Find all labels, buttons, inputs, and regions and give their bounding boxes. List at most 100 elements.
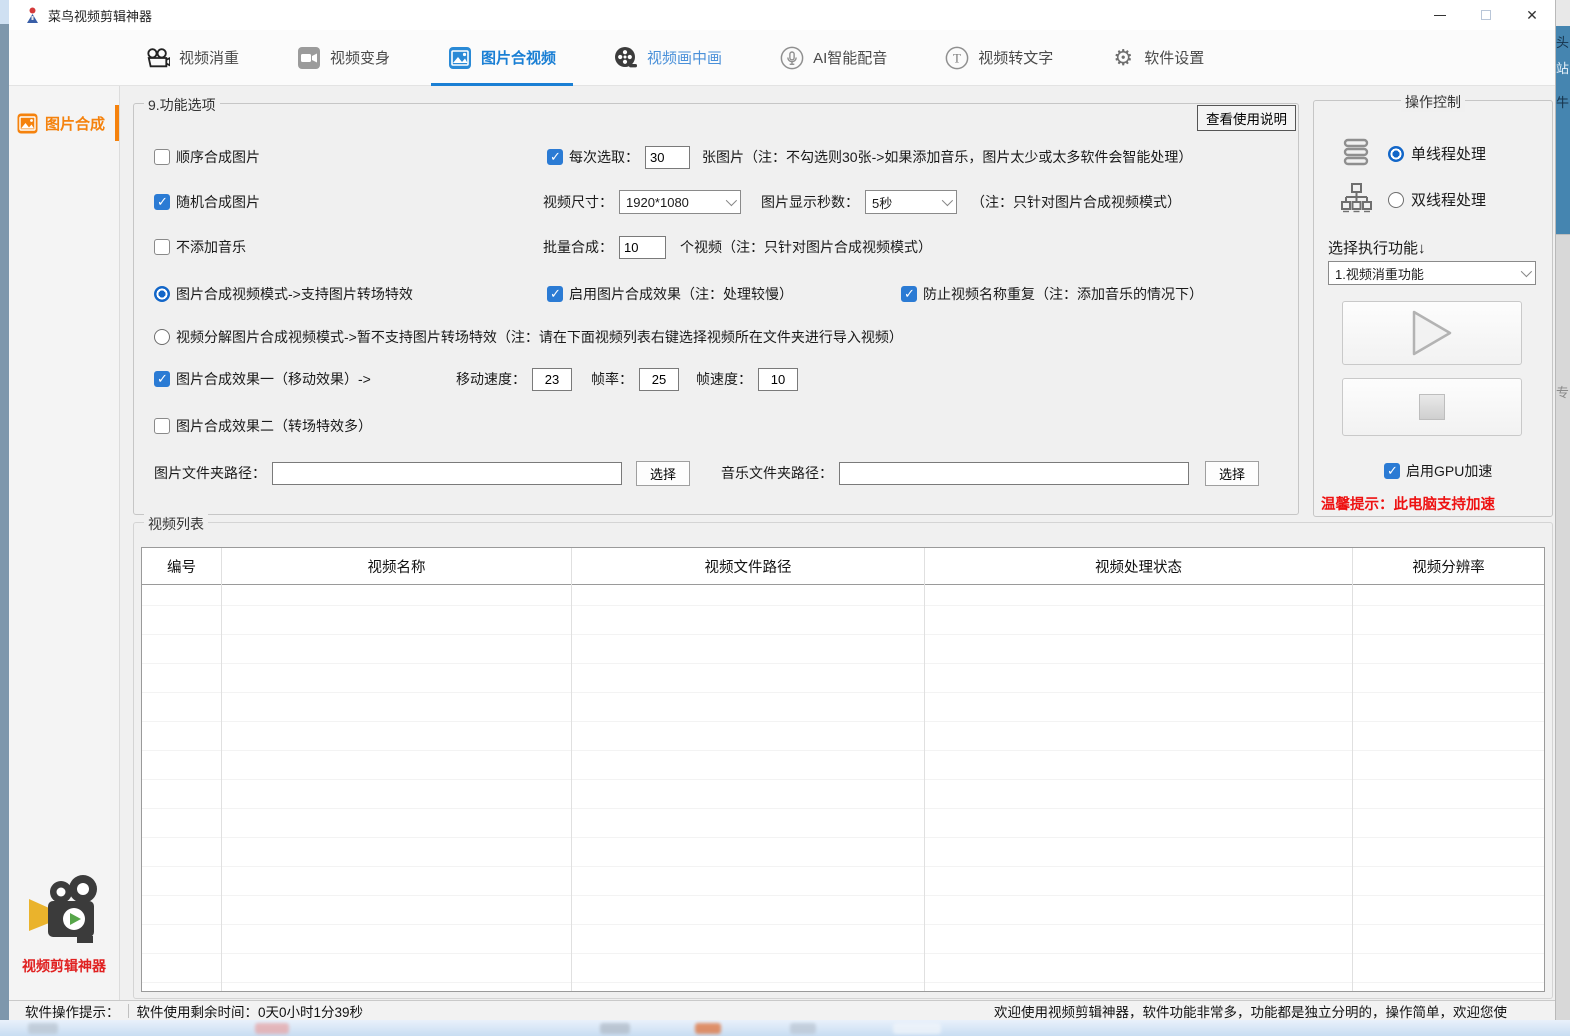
brand-text: 视频剪辑神器 — [9, 956, 119, 976]
move-speed-label: 移动速度： — [456, 369, 526, 389]
checkbox-label: 图片合成效果一（移动效果）-> — [176, 369, 371, 389]
chevron-down-icon — [942, 195, 953, 206]
move-speed-input[interactable] — [532, 368, 572, 391]
fps-input[interactable] — [639, 368, 679, 391]
tab-image-to-video[interactable]: 图片合视频 — [419, 30, 585, 86]
app-window: 菜鸟视频剪辑神器 ✕ 视频消重 视频变身 图片合视频 — [9, 0, 1556, 1020]
batch-note: 个视频（注：只针对图片合成视频模式） — [680, 237, 932, 257]
move-speed-field: 移动速度： — [456, 366, 572, 392]
checkbox-icon[interactable] — [154, 239, 170, 255]
seconds-value: 5秒 — [872, 193, 892, 212]
function-select[interactable]: 1.视频消重功能 — [1328, 261, 1536, 285]
gpu-checkbox[interactable]: 启用GPU加速 — [1384, 461, 1492, 481]
music-folder-input[interactable] — [839, 462, 1189, 485]
edge-text-fragment: 专 — [1556, 382, 1570, 401]
sequence-compose-checkbox[interactable]: 顺序合成图片 — [154, 144, 260, 170]
no-music-checkbox[interactable]: 不添加音乐 — [154, 234, 246, 260]
tab-ai-dubbing[interactable]: AI智能配音 — [751, 30, 916, 86]
tab-video-pip[interactable]: 视频画中画 — [585, 30, 751, 86]
title-bar: 菜鸟视频剪辑神器 ✕ — [9, 0, 1555, 30]
image-folder-browse-button[interactable]: 选择 — [636, 461, 690, 486]
tab-settings[interactable]: ⚙ 软件设置 — [1082, 30, 1233, 86]
mode1-radio[interactable]: 图片合成视频模式->支持图片转场特效 — [154, 281, 413, 307]
fps-field: 帧率： — [591, 366, 679, 392]
frame-speed-label: 帧速度： — [696, 369, 752, 389]
single-thread-radio[interactable]: 单线程处理 — [1388, 143, 1486, 164]
random-compose-checkbox[interactable]: 随机合成图片 — [154, 189, 260, 215]
video-size-value: 1920*1080 — [626, 195, 689, 210]
options-row-3: 不添加音乐 批量合成： 个视频（注：只针对图片合成视频模式） — [134, 234, 1298, 260]
options-row-7: 图片合成效果二（转场特效多） — [134, 413, 1298, 439]
mode2-radio[interactable]: 视频分解图片合成视频模式->暂不支持图片转场特效（注：请在下面视频列表右键选择视… — [154, 324, 903, 350]
camcorder-icon — [297, 46, 321, 70]
window-controls: ✕ — [1417, 0, 1555, 30]
options-title: 9.功能选项 — [144, 95, 220, 115]
checkbox-icon[interactable] — [547, 286, 563, 302]
tab-video-dedup[interactable]: 视频消重 — [117, 30, 268, 86]
effect2-checkbox[interactable]: 图片合成效果二（转场特效多） — [154, 413, 372, 439]
active-indicator — [115, 105, 119, 141]
minimize-button[interactable] — [1417, 0, 1463, 30]
sidebar-item-image-compose[interactable]: 图片合成 — [17, 103, 119, 143]
maximize-button[interactable] — [1463, 0, 1509, 30]
checkbox-icon[interactable] — [154, 418, 170, 434]
video-size-option: 视频尺寸： 1920*1080 图片显示秒数： 5秒 （注：只针对图片合成视频模… — [543, 189, 1181, 215]
fps-label: 帧率： — [591, 369, 633, 389]
pick-count-input[interactable] — [645, 146, 690, 169]
window-title: 菜鸟视频剪辑神器 — [48, 6, 152, 25]
radio-icon[interactable] — [1388, 192, 1404, 208]
stop-button[interactable] — [1342, 378, 1522, 436]
taskbar-blob — [790, 1023, 816, 1034]
music-folder-browse-button[interactable]: 选择 — [1205, 461, 1259, 486]
status-divider — [128, 1004, 129, 1018]
stop-icon — [1419, 394, 1445, 420]
checkbox-icon[interactable] — [154, 194, 170, 210]
dual-thread-radio[interactable]: 双线程处理 — [1388, 189, 1486, 210]
frame-speed-input[interactable] — [758, 368, 798, 391]
checkbox-icon[interactable] — [901, 286, 917, 302]
sidebar: 图片合成 视频剪辑神器 — [9, 86, 120, 1000]
checkbox-icon[interactable] — [154, 149, 170, 165]
app-brand: 视频剪辑神器 — [9, 875, 119, 976]
start-button[interactable] — [1342, 301, 1522, 365]
column-video-name: 视频名称 — [222, 548, 572, 991]
taskbar-blob — [28, 1023, 58, 1034]
welcome-text: 欢迎使用视频剪辑神器，软件功能非常多，功能都是独立分明的，操作简单，欢迎您使 — [994, 1001, 1507, 1021]
function-select-label: 选择执行功能↓ — [1328, 237, 1426, 258]
tab-video-to-text[interactable]: T 视频转文字 — [916, 30, 1082, 86]
column-header: 视频处理状态 — [925, 548, 1352, 585]
tab-label: 软件设置 — [1144, 47, 1204, 68]
checkbox-icon[interactable] — [154, 371, 170, 387]
seconds-select[interactable]: 5秒 — [865, 190, 957, 214]
image-icon — [448, 46, 472, 70]
prevent-dup-checkbox[interactable]: 防止视频名称重复（注：添加音乐的情况下） — [901, 281, 1203, 307]
pick-count-label: 每次选取： — [569, 147, 639, 167]
image-folder-field: 图片文件夹路径： 选择 — [154, 460, 690, 486]
video-list-groupbox: 视频列表 编号 视频名称 视频文件路径 视频处理状态 视频分辨率 — [133, 522, 1553, 999]
tab-label: 视频消重 — [179, 47, 239, 68]
video-size-select[interactable]: 1920*1080 — [619, 190, 741, 214]
taskbar-sliver — [0, 1020, 1570, 1036]
text-t-icon: T — [945, 46, 969, 70]
checkbox-icon[interactable] — [1384, 463, 1400, 479]
seconds-label: 图片显示秒数： — [761, 192, 859, 212]
radio-label: 视频分解图片合成视频模式->暂不支持图片转场特效（注：请在下面视频列表右键选择视… — [176, 327, 903, 347]
enable-effect-checkbox[interactable]: 启用图片合成效果（注：处理较慢） — [547, 281, 793, 307]
image-folder-input[interactable] — [272, 462, 622, 485]
view-help-button[interactable]: 查看使用说明 — [1197, 105, 1296, 131]
close-button[interactable]: ✕ — [1509, 0, 1555, 30]
frame-speed-field: 帧速度： — [696, 366, 798, 392]
radio-icon[interactable] — [1388, 146, 1404, 162]
batch-input[interactable] — [619, 236, 666, 259]
chevron-down-icon — [1521, 266, 1532, 277]
effect1-checkbox[interactable]: 图片合成效果一（移动效果）-> — [154, 366, 371, 392]
options-row-5: 视频分解图片合成视频模式->暂不支持图片转场特效（注：请在下面视频列表右键选择视… — [134, 324, 1298, 350]
video-list-table[interactable]: 编号 视频名称 视频文件路径 视频处理状态 视频分辨率 — [141, 547, 1545, 992]
radio-icon[interactable] — [154, 329, 170, 345]
edge-text-fragment: 牛 — [1556, 92, 1570, 111]
play-icon — [1410, 309, 1454, 357]
radio-icon[interactable] — [154, 286, 170, 302]
tab-video-transform[interactable]: 视频变身 — [268, 30, 419, 86]
pick-count-checkbox[interactable] — [547, 149, 563, 165]
music-folder-field: 音乐文件夹路径： 选择 — [721, 460, 1259, 486]
